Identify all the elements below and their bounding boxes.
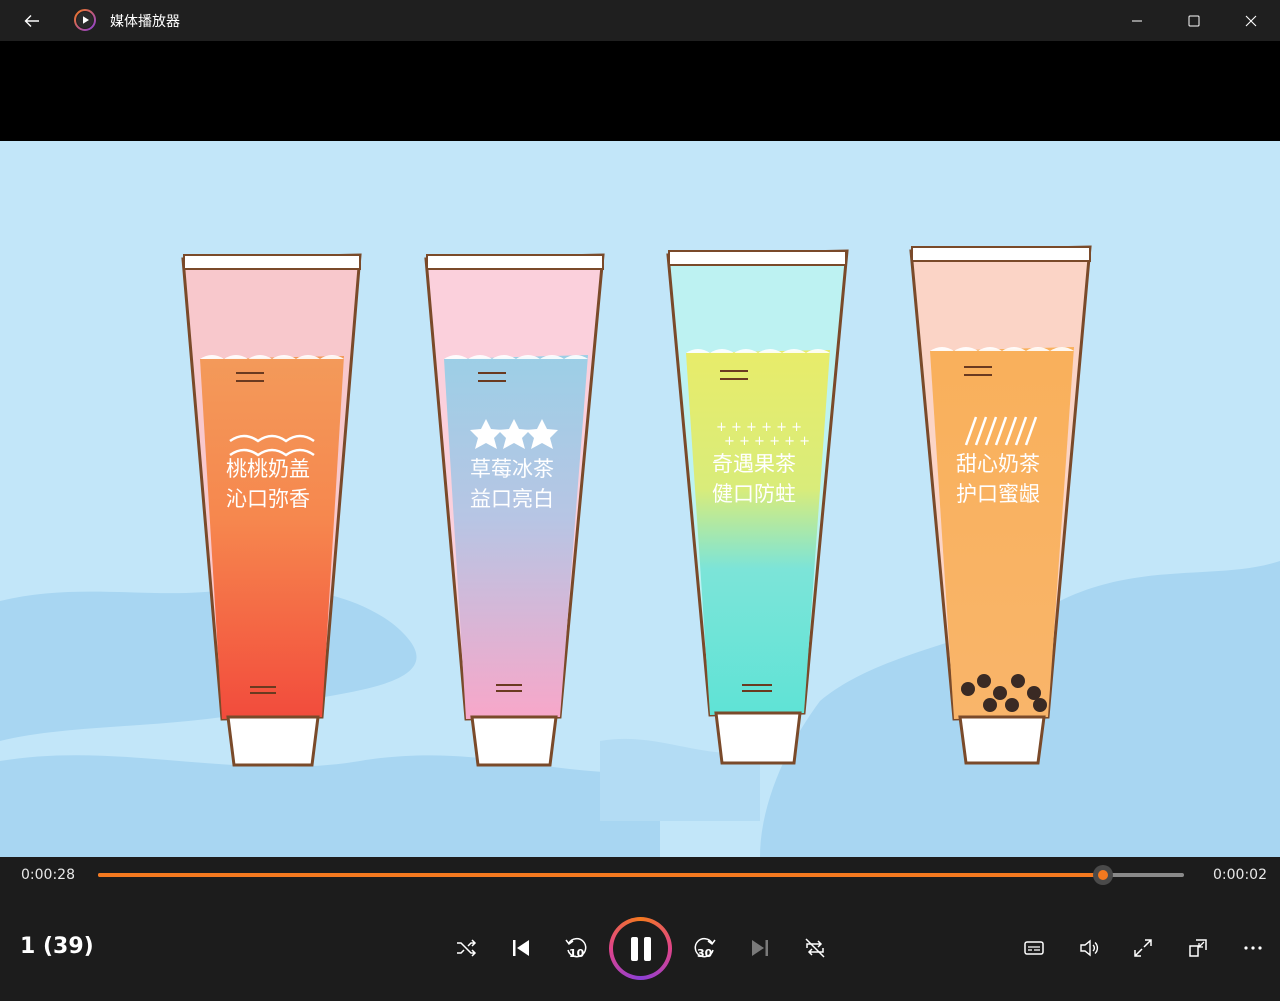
tube-label-4-line2: 护口蜜龈 — [956, 482, 1040, 506]
subtitles-button[interactable] — [1016, 930, 1052, 966]
svg-text:+ + + + + +: + + + + + + — [716, 420, 802, 435]
rewind-button[interactable]: 10 — [558, 930, 594, 966]
video-area[interactable]: + + + + + + + + + + + + 桃桃奶盖 沁口弥香 草莓冰茶 益… — [0, 41, 1280, 857]
more-options-button[interactable] — [1235, 930, 1271, 966]
repeat-button[interactable] — [797, 930, 833, 966]
tube-label-3: 奇遇果茶 健口防蛀 — [712, 449, 812, 509]
tube-label-4-line1: 甜心奶茶 — [956, 452, 1040, 476]
back-button[interactable] — [10, 0, 54, 41]
pause-icon — [630, 936, 651, 961]
seek-bar-thumb[interactable] — [1092, 865, 1113, 885]
more-icon — [1244, 946, 1262, 950]
volume-icon — [1080, 939, 1099, 957]
tubes-illustration: + + + + + + + + + + + + — [181, 245, 1092, 767]
tube-label-1-line1: 桃桃奶盖 — [226, 457, 310, 481]
tube-label-1: 桃桃奶盖 沁口弥香 — [226, 454, 326, 514]
remaining-time: 0:00:02 — [1213, 867, 1267, 883]
tube-label-2: 草莓冰茶 益口亮白 — [470, 454, 570, 514]
tube-label-3-line2: 健口防蛀 — [712, 482, 796, 506]
title-bar: 媒体播放器 — [0, 0, 1280, 41]
app-title: 媒体播放器 — [110, 14, 180, 30]
app-logo-icon — [74, 9, 96, 31]
shuffle-button[interactable] — [448, 930, 484, 966]
tube-label-2-line1: 草莓冰茶 — [470, 457, 554, 481]
previous-icon — [513, 940, 529, 956]
minimize-button[interactable] — [1114, 0, 1160, 41]
tube-label-1-line2: 沁口弥香 — [226, 487, 310, 511]
repeat-off-icon — [805, 938, 825, 958]
forward-button[interactable]: 30 — [687, 930, 723, 966]
miniplayer-button[interactable] — [1180, 930, 1216, 966]
elapsed-time: 0:00:28 — [21, 867, 75, 883]
back-arrow-icon — [24, 14, 39, 27]
rewind-seconds: 10 — [569, 947, 585, 960]
fullscreen-icon — [1134, 939, 1152, 957]
next-button[interactable] — [742, 930, 778, 966]
next-icon — [752, 940, 768, 956]
close-button[interactable] — [1228, 0, 1274, 41]
seek-bar[interactable] — [98, 865, 1184, 885]
tube-label-4: 甜心奶茶 护口蜜龈 — [956, 449, 1056, 509]
minimize-icon — [1132, 20, 1142, 21]
shuffle-icon — [457, 939, 477, 957]
playlist-counter: 1 (39) — [20, 934, 94, 959]
forward-seconds: 30 — [697, 947, 713, 960]
miniplayer-icon — [1189, 939, 1207, 957]
tube-label-2-line2: 益口亮白 — [470, 487, 554, 511]
pause-button[interactable] — [609, 917, 672, 980]
fullscreen-button[interactable] — [1125, 930, 1161, 966]
volume-button[interactable] — [1071, 930, 1107, 966]
seek-bar-fill — [98, 873, 1103, 877]
maximize-icon — [1188, 15, 1200, 26]
subtitles-icon — [1024, 941, 1044, 955]
svg-text:+ + + + + +: + + + + + + — [724, 434, 810, 449]
previous-button[interactable] — [503, 930, 539, 966]
tube-label-3-line1: 奇遇果茶 — [712, 452, 796, 476]
maximize-button[interactable] — [1171, 0, 1217, 41]
close-icon — [1245, 15, 1257, 26]
